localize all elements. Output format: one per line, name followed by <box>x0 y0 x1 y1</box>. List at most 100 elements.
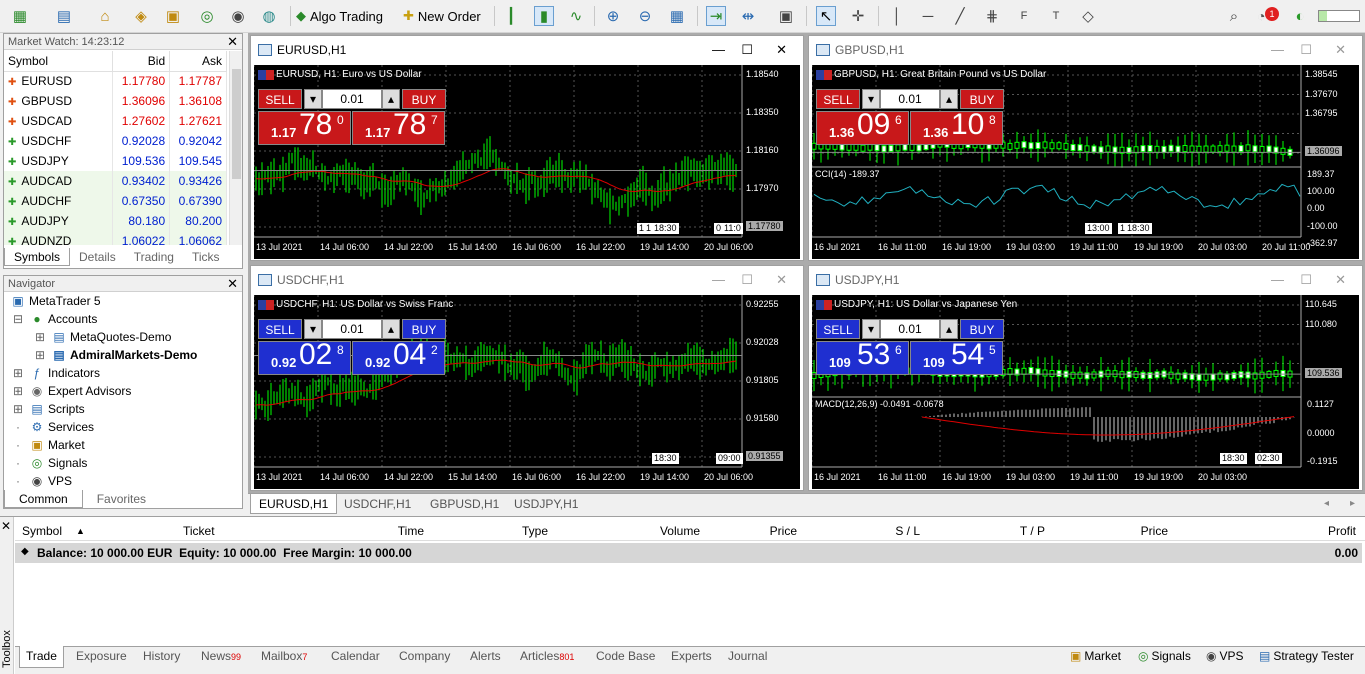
notifications-button[interactable]: ◔ 1 <box>1257 6 1281 26</box>
collapse-icon[interactable]: ⊟ <box>10 310 26 328</box>
lot-increase-icon[interactable]: ▴ <box>382 319 400 339</box>
chart-tab[interactable]: GBPUSD,H1 <box>422 494 507 514</box>
navigator-item-market[interactable]: · ▣ Market <box>10 436 85 454</box>
toolbox-tab-market[interactable]: ▣ Market <box>1068 646 1123 668</box>
vps-icon[interactable]: ◉ <box>228 6 248 26</box>
expand-icon[interactable]: ⊞ <box>10 400 26 418</box>
expand-icon[interactable]: ⊞ <box>32 346 48 364</box>
market-watch-scrollbar[interactable] <box>229 51 242 245</box>
market-watch-row[interactable]: ✚ USDJPY 109.536 109.545 <box>4 151 227 171</box>
crosshair-icon[interactable]: ✛ <box>848 6 868 26</box>
toolbox-tab-company[interactable]: Company <box>393 646 456 668</box>
market-watch-row[interactable]: ✚ USDCAD 1.27602 1.27621 <box>4 111 227 131</box>
column-header-sl[interactable]: S / L <box>895 524 920 538</box>
lot-increase-icon[interactable]: ▴ <box>382 89 400 109</box>
column-header-symbol[interactable]: Symbol <box>22 524 62 538</box>
toolbox-tab-exposure[interactable]: Exposure <box>70 646 133 668</box>
column-header-volume[interactable]: Volume <box>660 524 700 538</box>
new-chart-icon[interactable]: ▦ <box>10 6 30 26</box>
text-icon[interactable]: T <box>1046 6 1066 26</box>
price-chart[interactable]: MACD(12,26,9) -0.0491 -0.0678 0.1127 0.000… <box>812 295 1359 489</box>
chart-window[interactable]: GBPUSD,H1— ☐ ✕ CCI(14) -189.37 189.37 100.00 0… <box>808 35 1363 261</box>
fibonacci-icon[interactable]: F <box>1014 6 1034 26</box>
buy-button[interactable]: BUY <box>960 89 1004 109</box>
maximize-icon[interactable]: ☐ <box>741 266 753 294</box>
expand-icon[interactable]: ⊞ <box>10 382 26 400</box>
column-header-symbol[interactable]: Symbol <box>4 51 114 72</box>
column-header-ticket[interactable]: Ticket <box>183 524 215 538</box>
sell-button[interactable]: SELL <box>816 89 860 109</box>
toolbox-tab-history[interactable]: History <box>137 646 186 668</box>
candlestick-icon[interactable]: ▮ <box>534 6 554 26</box>
navigator-account-admiral[interactable]: ⊞ ▤ AdmiralMarkets-Demo <box>32 346 197 364</box>
trendline-icon[interactable]: ╱ <box>950 6 970 26</box>
column-header-tp[interactable]: T / P <box>1020 524 1045 538</box>
vertical-line-icon[interactable]: │ <box>887 6 907 26</box>
chart-shift-icon[interactable]: ⇹ <box>738 6 758 26</box>
toolbox-tab-code-base[interactable]: Code Base <box>590 646 661 668</box>
search-signals-icon[interactable]: ◍ <box>259 6 279 26</box>
market-watch-row[interactable]: ✚ EURUSD 1.17780 1.17787 <box>4 71 227 91</box>
balance-row[interactable]: ◆ Balance: 10 000.00 EUR Equity: 10 000.… <box>15 543 1362 563</box>
zoom-in-icon[interactable]: ⊕ <box>603 6 623 26</box>
column-header-profit[interactable]: Profit <box>1328 524 1356 538</box>
chart-tab[interactable]: USDJPY,H1 <box>506 494 586 514</box>
tab-common[interactable]: Common <box>4 490 83 508</box>
toolbox-tab-experts[interactable]: Experts <box>665 646 718 668</box>
lot-increase-icon[interactable]: ▴ <box>940 89 958 109</box>
column-header-ask[interactable]: Ask <box>169 51 227 72</box>
search-icon[interactable]: ⌕ <box>1224 6 1244 26</box>
toolbox-tab-articles[interactable]: Articles801 <box>514 646 580 668</box>
navigator-item-scripts[interactable]: ⊞ ▤ Scripts <box>10 400 85 418</box>
tab-scroll-right-icon[interactable]: ▸ <box>1350 498 1355 509</box>
column-header-bid[interactable]: Bid <box>112 51 171 72</box>
maximize-icon[interactable]: ☐ <box>741 36 753 64</box>
navigator-item-services[interactable]: · ⚙ Services <box>10 418 94 436</box>
chart-window[interactable]: USDJPY,H1— ☐ ✕ MACD(12,26,9) -0.0491 -0.067… <box>808 265 1363 491</box>
column-header-price-current[interactable]: Price <box>1141 524 1168 538</box>
toolbox-tab-journal[interactable]: Journal <box>722 646 773 668</box>
lot-decrease-icon[interactable]: ▾ <box>304 319 322 339</box>
tab-scroll-left-icon[interactable]: ◂ <box>1324 498 1329 509</box>
templates-icon[interactable]: ▣ <box>776 6 796 26</box>
market-watch-row[interactable]: ✚ GBPUSD 1.36096 1.36108 <box>4 91 227 111</box>
close-icon[interactable]: ✕ <box>1 519 11 533</box>
maximize-icon[interactable]: ☐ <box>1300 266 1312 294</box>
autoscroll-icon[interactable]: ⇥ <box>706 6 726 26</box>
price-chart[interactable]: CCI(14) -189.37 189.37 100.00 0.00 -100.00 -3… <box>812 65 1359 259</box>
close-icon[interactable]: ✕ <box>227 276 238 292</box>
buy-button[interactable]: BUY <box>402 319 446 339</box>
price-chart[interactable]: 0.92255 0.92028 0.91805 0.91580 0.91355 13 Ju… <box>254 295 800 489</box>
sell-button[interactable]: SELL <box>258 89 302 109</box>
column-header-time[interactable]: Time <box>398 524 424 538</box>
navigator-item-vps[interactable]: · ◉ VPS <box>10 472 72 490</box>
line-chart-icon[interactable]: ∿ <box>566 6 586 26</box>
market-watch-row[interactable]: ✚ AUDJPY 80.180 80.200 <box>4 211 227 231</box>
shapes-icon[interactable]: ◇ <box>1078 6 1098 26</box>
close-icon[interactable]: ✕ <box>1335 36 1346 64</box>
sell-price-box[interactable]: 1.17 78 0 <box>258 108 351 145</box>
channels-icon[interactable]: ⋕ <box>982 6 1002 26</box>
horizontal-line-icon[interactable]: ─ <box>918 6 938 26</box>
toolbox-tab-trade[interactable]: Trade <box>19 646 64 668</box>
buy-price-box[interactable]: 1.17 78 7 <box>352 108 445 145</box>
market-watch-row[interactable]: ✚ AUDNZD 1.06022 1.06062 <box>4 231 227 245</box>
tab-trading[interactable]: Trading <box>125 248 183 266</box>
toolbox-tab-news[interactable]: News99 <box>195 646 247 668</box>
price-chart[interactable]: 1.18540 1.18350 1.18160 1.17970 1.17780 13 Ju… <box>254 65 800 259</box>
expand-icon[interactable]: ⊞ <box>10 364 26 382</box>
close-icon[interactable]: ✕ <box>776 266 787 294</box>
minimize-icon[interactable]: — <box>712 36 725 64</box>
buy-price-box[interactable]: 109 54 5 <box>910 338 1003 375</box>
minimize-icon[interactable]: — <box>1271 36 1284 64</box>
lot-input[interactable]: 0.01 <box>880 319 940 339</box>
toolbox-tab-calendar[interactable]: Calendar <box>325 646 386 668</box>
lot-decrease-icon[interactable]: ▾ <box>862 89 880 109</box>
sell-button[interactable]: SELL <box>258 319 302 339</box>
navigator-item-expert-advisors[interactable]: ⊞ ◉ Expert Advisors <box>10 382 131 400</box>
market-watch-row[interactable]: ✚ AUDCHF 0.67350 0.67390 <box>4 191 227 211</box>
lot-decrease-icon[interactable]: ▾ <box>862 319 880 339</box>
navigator-item-indicators[interactable]: ⊞ ƒ Indicators <box>10 364 100 382</box>
algo-trading-button[interactable]: ◆ Algo Trading <box>296 5 383 27</box>
navigator-root[interactable]: ▣ MetaTrader 5 <box>10 292 100 310</box>
